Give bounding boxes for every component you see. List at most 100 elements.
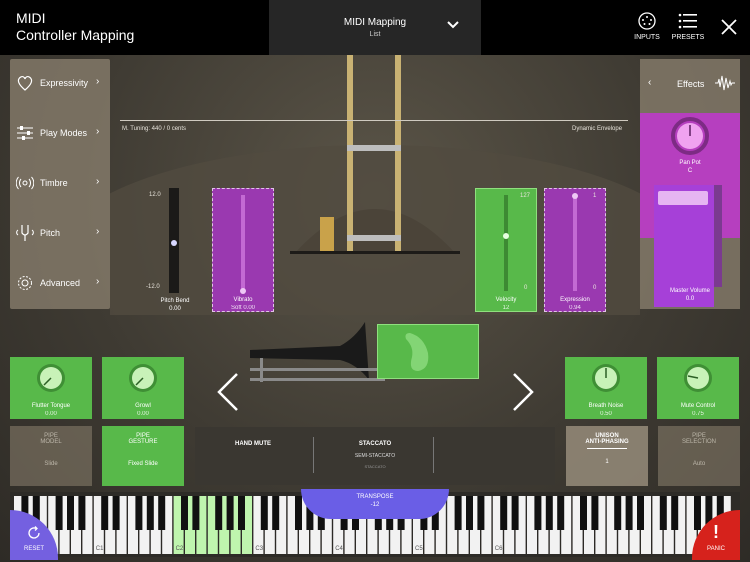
- black-key[interactable]: [101, 496, 109, 530]
- mute-control-label: Mute Control: [680, 403, 716, 409]
- master-volume-handle[interactable]: [658, 191, 708, 205]
- chevron-left-icon: ‹: [648, 77, 652, 88]
- bean-shape-icon: [405, 333, 429, 371]
- breath-noise-knob[interactable]: Breath Noise 0.50: [565, 357, 647, 419]
- mute-control-knob[interactable]: Mute Control 0.75: [657, 357, 739, 419]
- pitch-bend-handle[interactable]: [171, 240, 177, 246]
- black-key[interactable]: [67, 496, 74, 530]
- sidebar-item-play-modes[interactable]: Play Modes ›: [10, 109, 110, 157]
- staccato-button[interactable]: STACCATO: [325, 441, 425, 447]
- black-key[interactable]: [454, 496, 462, 530]
- close-icon[interactable]: [720, 18, 738, 36]
- velocity-slider[interactable]: 127 0 Velocity 12: [475, 188, 537, 312]
- sidebar-item-expressivity[interactable]: Expressivity ›: [10, 59, 110, 107]
- black-key[interactable]: [534, 496, 542, 530]
- pipe-selection-line2: SELECTION: [681, 439, 716, 445]
- black-key[interactable]: [135, 496, 143, 530]
- transpose-control[interactable]: TRANSPOSE -12: [301, 489, 449, 519]
- black-key[interactable]: [545, 496, 553, 530]
- staccato-option[interactable]: STACCATO: [325, 464, 425, 469]
- articulation-panel: HAND MUTE STACCATO SEMI-STACCATO STACCAT…: [195, 427, 555, 485]
- mapping-dropdown[interactable]: MIDI Mapping List: [269, 0, 481, 55]
- pitch-bend-slider[interactable]: 12.0 -12.0 Pitch Bend 0.00: [145, 188, 205, 316]
- transpose-label: TRANSPOSE: [356, 494, 394, 500]
- sidebar-item-pitch[interactable]: Pitch ›: [10, 209, 110, 257]
- black-key[interactable]: [659, 496, 667, 530]
- presets-button[interactable]: PRESETS: [668, 10, 708, 52]
- unison-divider: [587, 448, 627, 449]
- effects-panel: ‹ Effects Pan Pot C Master Volume 0.0: [640, 59, 740, 309]
- tuning-readout: M. Tuning: 440 / 0 cents: [122, 126, 186, 132]
- chevron-right-icon: ›: [96, 76, 100, 87]
- black-key[interactable]: [466, 496, 473, 530]
- black-key[interactable]: [55, 496, 63, 530]
- unison-selector[interactable]: UNISON ANTI-PHASING 1: [566, 426, 648, 486]
- semi-staccato-option[interactable]: SEMI-STACCATO: [325, 453, 425, 459]
- black-key[interactable]: [580, 496, 587, 530]
- chevron-right-icon[interactable]: [508, 372, 536, 412]
- black-key[interactable]: [511, 496, 519, 530]
- black-key[interactable]: [260, 496, 268, 530]
- growl-knob[interactable]: Growl 0.00: [102, 357, 184, 419]
- chevron-left-icon[interactable]: [215, 372, 243, 412]
- hand-mute-button[interactable]: HAND MUTE: [235, 441, 271, 447]
- pan-knob[interactable]: [671, 117, 709, 155]
- tuning-value: M. Tuning: 440: [122, 126, 162, 132]
- pipe-selection-selector[interactable]: PIPE SELECTION Auto: [658, 426, 740, 486]
- black-key[interactable]: [146, 496, 154, 530]
- tuning-fork-icon: [16, 225, 34, 241]
- chevron-right-icon: ›: [96, 276, 100, 287]
- vibrato-slider[interactable]: Vibrato Soft 0.00: [212, 188, 274, 312]
- black-key[interactable]: [158, 496, 166, 530]
- chevron-right-icon: ›: [96, 176, 100, 187]
- black-key[interactable]: [215, 496, 223, 530]
- flutter-tongue-knob[interactable]: Flutter Tongue 0.00: [10, 357, 92, 419]
- sidebar-item-timbre[interactable]: Timbre ›: [10, 159, 110, 207]
- vibrato-value: Soft 0.00: [230, 305, 256, 311]
- gear-icon: [18, 276, 32, 290]
- effects-header[interactable]: ‹ Effects: [640, 59, 740, 109]
- sidebar-item-label: Expressivity: [40, 78, 89, 88]
- octave-label: C4: [335, 546, 343, 552]
- black-key[interactable]: [625, 496, 633, 530]
- expression-slider[interactable]: 1 0 Expression 0.94: [544, 188, 606, 312]
- top-bar: MIDI Controller Mapping MIDI Mapping Lis…: [0, 0, 750, 55]
- black-key[interactable]: [112, 496, 120, 530]
- black-key[interactable]: [238, 496, 245, 530]
- chevron-right-icon: ›: [96, 226, 100, 237]
- black-key[interactable]: [500, 496, 508, 530]
- velocity-label: Velocity: [495, 297, 517, 303]
- black-key[interactable]: [192, 496, 200, 530]
- page-title: MIDI Controller Mapping: [16, 10, 134, 44]
- velocity-handle[interactable]: [503, 233, 509, 239]
- breath-noise-label: Breath Noise: [588, 403, 624, 409]
- black-key[interactable]: [226, 496, 234, 530]
- sidebar-item-advanced[interactable]: Advanced ›: [10, 259, 110, 307]
- pipe-gesture-value: Fixed Slide: [128, 461, 158, 467]
- expression-handle[interactable]: [572, 193, 578, 199]
- chevron-down-icon: [447, 21, 459, 29]
- black-key[interactable]: [272, 496, 280, 530]
- black-key[interactable]: [181, 496, 188, 530]
- black-key[interactable]: [477, 496, 485, 530]
- chevron-right-icon: ›: [96, 126, 100, 137]
- black-key[interactable]: [78, 496, 86, 530]
- black-key[interactable]: [591, 496, 599, 530]
- pipe-model-selector[interactable]: PIPE MODEL Slide: [10, 426, 92, 486]
- knob-dial: [684, 364, 712, 392]
- presets-label: PRESETS: [671, 34, 705, 41]
- pitch-bend-label: Pitch Bend: [160, 298, 190, 304]
- velocity-value: 12: [502, 305, 510, 311]
- pipe-gesture-selector[interactable]: PIPE GESTURE Fixed Slide: [102, 426, 184, 486]
- black-key[interactable]: [557, 496, 565, 530]
- black-key[interactable]: [637, 496, 644, 530]
- mute-control-value: 0.75: [692, 411, 704, 417]
- pipe-model-line2: MODEL: [40, 439, 62, 445]
- vibrato-handle[interactable]: [240, 288, 246, 294]
- pitch-bend-value: 0.00: [169, 306, 181, 312]
- mapping-subtitle: List: [369, 31, 381, 38]
- black-key[interactable]: [614, 496, 622, 530]
- inputs-button[interactable]: INPUTS: [627, 10, 667, 52]
- black-key[interactable]: [671, 496, 679, 530]
- slide-xy-pad[interactable]: [377, 324, 479, 379]
